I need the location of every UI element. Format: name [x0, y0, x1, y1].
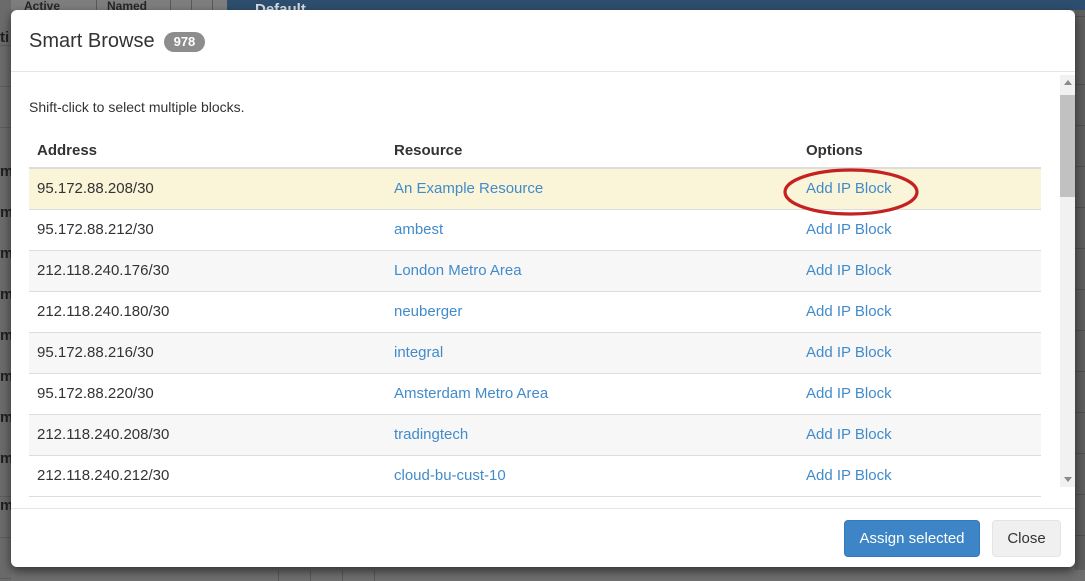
scroll-up-button[interactable] — [1060, 75, 1075, 90]
add-ip-block-link[interactable]: Add IP Block — [806, 467, 892, 484]
add-ip-block-link[interactable]: Add IP Block — [806, 221, 892, 238]
address-cell[interactable]: 212.118.240.208/30 — [29, 415, 386, 456]
resource-link[interactable]: ambest — [394, 221, 443, 238]
background-topbar: Active Named Default — [0, 0, 1085, 10]
table-body: 95.172.88.208/30 An Example Resource Add… — [29, 168, 1041, 497]
resource-cell: neuberger — [386, 292, 798, 333]
table-row[interactable]: 95.172.88.212/30 ambest Add IP Block — [29, 210, 1041, 251]
modal-title: Smart Browse — [29, 30, 155, 53]
divider — [191, 0, 192, 10]
table-row[interactable]: 95.172.88.220/30 Amsterdam Metro Area Ad… — [29, 374, 1041, 415]
divider — [310, 570, 311, 581]
resource-cell: Amsterdam Metro Area — [386, 374, 798, 415]
arrow-up-icon — [1064, 80, 1072, 85]
assign-selected-button[interactable]: Assign selected — [844, 520, 980, 557]
resource-column-header: Resource — [386, 135, 798, 168]
address-cell[interactable]: 212.118.240.176/30 — [29, 251, 386, 292]
resource-link[interactable]: neuberger — [394, 303, 462, 320]
address-column-header: Address — [29, 135, 386, 168]
modal-header: Smart Browse 978 — [11, 10, 1075, 72]
footer-divider — [11, 508, 1075, 509]
resource-cell: tradingtech — [386, 415, 798, 456]
arrow-down-icon — [1064, 477, 1072, 482]
address-cell[interactable]: 95.172.88.216/30 — [29, 333, 386, 374]
options-cell: Add IP Block — [798, 333, 1041, 374]
resource-link[interactable]: An Example Resource — [394, 180, 543, 197]
scrollbar-thumb[interactable] — [1060, 95, 1075, 197]
add-ip-block-link[interactable]: Add IP Block — [806, 344, 892, 361]
divider — [278, 570, 279, 581]
close-button[interactable]: Close — [992, 520, 1061, 557]
address-cell[interactable]: 212.118.240.180/30 — [29, 292, 386, 333]
table-row[interactable]: 95.172.88.216/30 integral Add IP Block — [29, 333, 1041, 374]
left-edge-strip: timmmmmmmmm — [0, 0, 11, 581]
table-row[interactable]: 212.118.240.180/30 neuberger Add IP Bloc… — [29, 292, 1041, 333]
add-ip-block-link[interactable]: Add IP Block — [806, 385, 892, 402]
scroll-down-button[interactable] — [1060, 472, 1075, 487]
options-cell: Add IP Block — [798, 292, 1041, 333]
divider — [212, 0, 213, 10]
smart-browse-modal: Smart Browse 978 Shift-click to select m… — [11, 10, 1075, 567]
options-cell: Add IP Block — [798, 168, 1041, 210]
add-ip-block-link[interactable]: Add IP Block — [806, 262, 892, 279]
address-cell[interactable]: 212.118.240.212/30 — [29, 456, 386, 497]
resource-link[interactable]: integral — [394, 344, 443, 361]
address-cell[interactable]: 95.172.88.208/30 — [29, 168, 386, 210]
divider — [374, 570, 375, 581]
count-badge: 978 — [164, 32, 206, 52]
table-row[interactable]: 212.118.240.212/30 cloud-bu-cust-10 Add … — [29, 456, 1041, 497]
hint-text: Shift-click to select multiple blocks. — [29, 99, 245, 115]
add-ip-block-link[interactable]: Add IP Block — [806, 426, 892, 443]
add-ip-block-link[interactable]: Add IP Block — [806, 303, 892, 320]
background-text-fragment: ti — [0, 31, 9, 45]
resource-link[interactable]: cloud-bu-cust-10 — [394, 467, 506, 484]
address-cell[interactable]: 95.172.88.212/30 — [29, 210, 386, 251]
options-cell: Add IP Block — [798, 210, 1041, 251]
divider — [170, 0, 171, 10]
vertical-scrollbar[interactable] — [1060, 75, 1075, 487]
options-cell: Add IP Block — [798, 456, 1041, 497]
resource-link[interactable]: tradingtech — [394, 426, 468, 443]
resource-cell: An Example Resource — [386, 168, 798, 210]
options-column-header: Options — [798, 135, 1041, 168]
right-edge-strip — [1075, 10, 1085, 570]
table-header-row: Address Resource Options — [29, 135, 1041, 168]
address-cell[interactable]: 95.172.88.220/30 — [29, 374, 386, 415]
background-table-header: Active Named — [0, 0, 227, 10]
divider — [96, 0, 97, 10]
resource-link[interactable]: London Metro Area — [394, 262, 522, 279]
add-ip-block-link[interactable]: Add IP Block — [806, 180, 892, 197]
bottom-edge-strip — [0, 570, 1085, 581]
divider — [342, 570, 343, 581]
ip-blocks-table: Address Resource Options 95.172.88.208/3… — [29, 135, 1041, 497]
table-row[interactable]: 212.118.240.208/30 tradingtech Add IP Bl… — [29, 415, 1041, 456]
resource-link[interactable]: Amsterdam Metro Area — [394, 385, 548, 402]
table-row[interactable]: 95.172.88.208/30 An Example Resource Add… — [29, 168, 1041, 210]
options-cell: Add IP Block — [798, 415, 1041, 456]
resource-cell: London Metro Area — [386, 251, 798, 292]
options-cell: Add IP Block — [798, 251, 1041, 292]
resource-cell: cloud-bu-cust-10 — [386, 456, 798, 497]
table-row[interactable]: 212.118.240.176/30 London Metro Area Add… — [29, 251, 1041, 292]
resource-cell: integral — [386, 333, 798, 374]
options-cell: Add IP Block — [798, 374, 1041, 415]
resource-cell: ambest — [386, 210, 798, 251]
background-banner-bar: Default — [227, 0, 1085, 10]
